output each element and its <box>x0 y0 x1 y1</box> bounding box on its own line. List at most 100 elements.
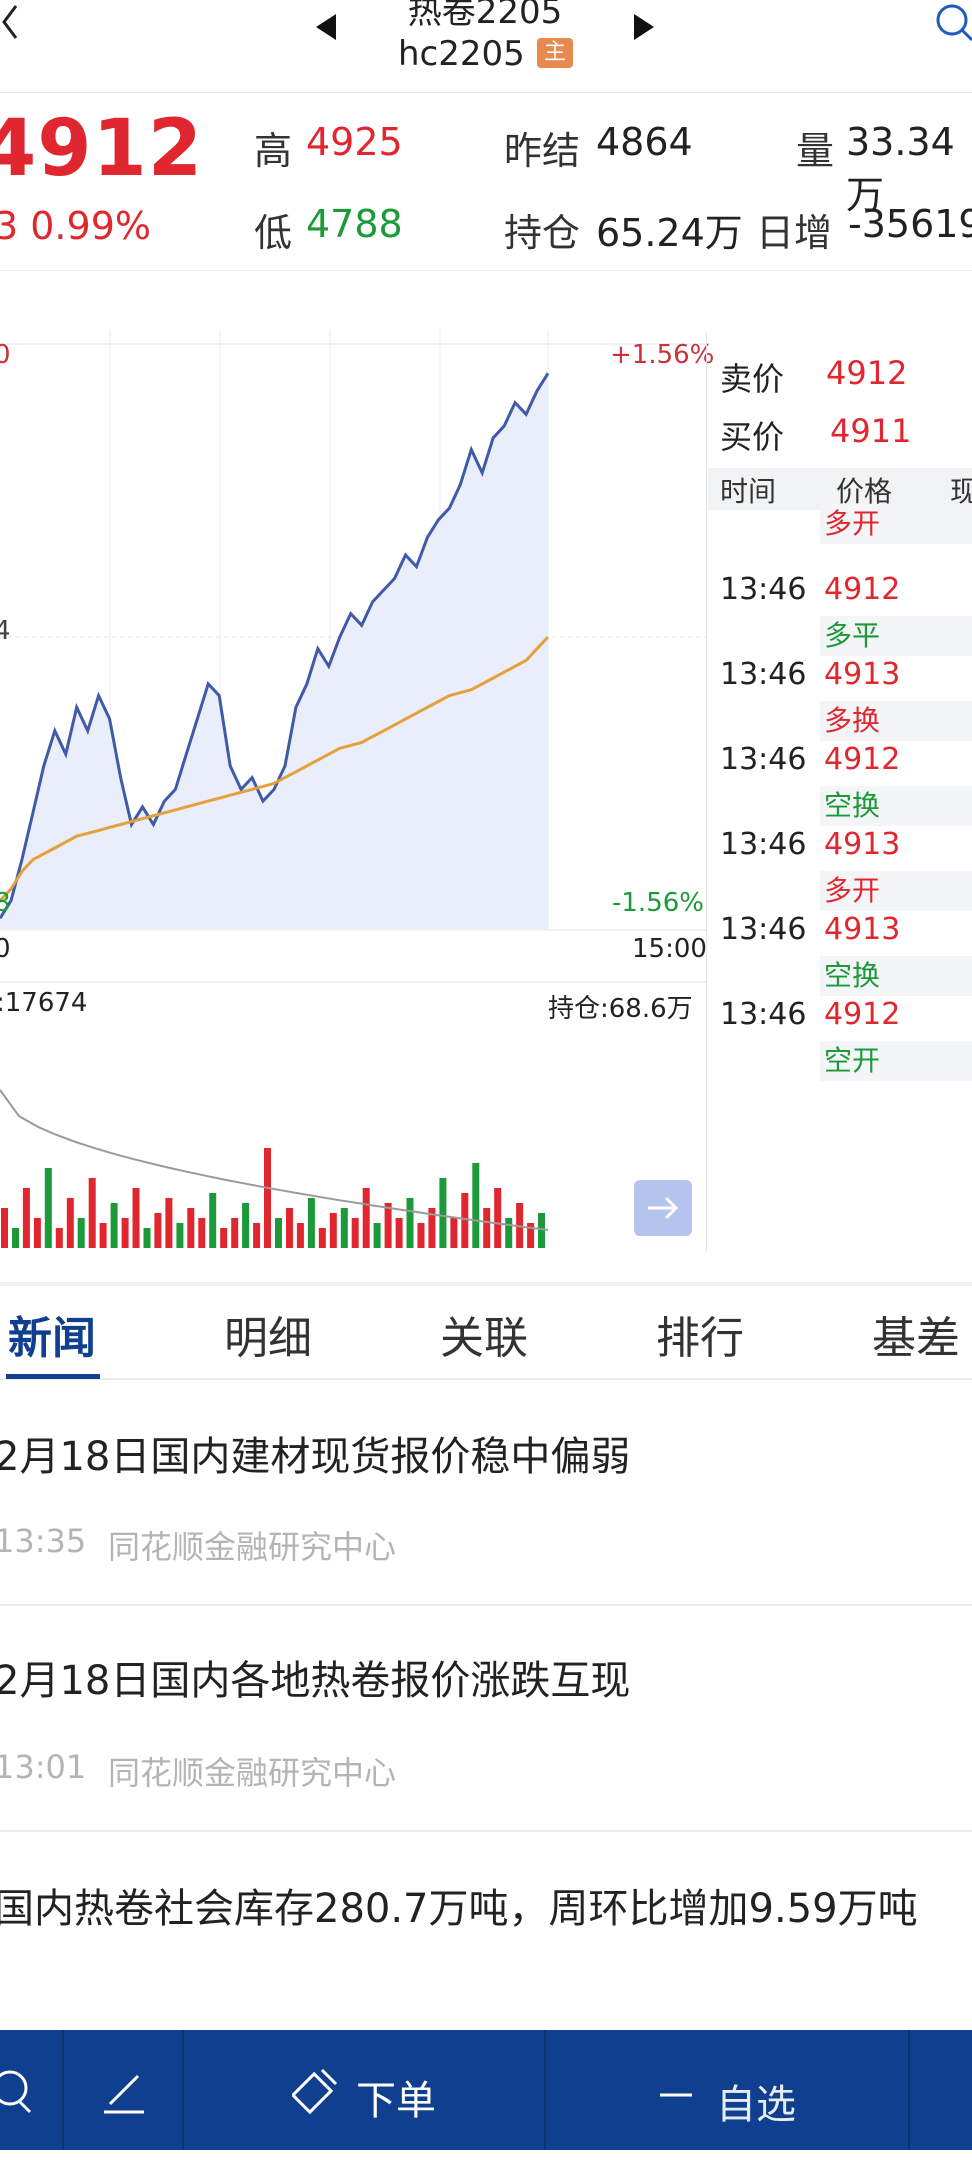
volume-bar <box>99 1223 107 1248</box>
tab-related[interactable]: 关联 <box>440 1302 528 1366</box>
trade-tag-top: 多开 <box>820 504 972 544</box>
volume-bar <box>220 1228 228 1248</box>
volume-bar <box>439 1178 447 1248</box>
intraday-chart[interactable] <box>0 330 706 1250</box>
toolbar-divider <box>908 2030 910 2150</box>
high-value: 4925 <box>306 120 403 164</box>
volume-bar <box>329 1213 337 1248</box>
volume-bar <box>44 1168 52 1248</box>
volume-bar <box>461 1193 469 1248</box>
volume-bar <box>55 1228 63 1248</box>
news-title[interactable]: 2月18日国内各地热卷报价涨跌互现 <box>0 1642 966 1720</box>
order-button-label[interactable]: 下单 <box>356 2068 436 2126</box>
quote-divider <box>0 270 972 271</box>
volume-bar <box>472 1163 480 1248</box>
next-contract-icon[interactable] <box>634 14 654 40</box>
trade-time: 13:46 <box>720 912 807 947</box>
volume-bar <box>242 1203 250 1248</box>
trade-time: 13:46 <box>720 742 807 777</box>
volume-bar <box>296 1223 304 1248</box>
news-title[interactable]: 2月18日国内建材现货报价稳中偏弱 <box>0 1418 966 1496</box>
volume-bar <box>154 1213 162 1248</box>
col-time: 时间 <box>720 475 777 508</box>
high-label: 高 <box>254 129 293 173</box>
price-area-fill <box>0 373 548 930</box>
bottom-edge <box>0 2150 972 2160</box>
volume-bar <box>505 1218 513 1248</box>
tab-detail[interactable]: 明细 <box>224 1302 312 1366</box>
pct-top-label: +1.56% <box>610 340 715 370</box>
price-axis-bottom: 8 <box>0 888 11 918</box>
top-header: 热卷2205 hc2205 主 <box>0 0 972 92</box>
search-icon[interactable] <box>930 0 972 50</box>
trade-tag: 空换 <box>820 786 972 826</box>
news-divider <box>0 1604 972 1606</box>
open-interest-summary: 持仓:68.6万 <box>548 994 693 1024</box>
trade-time: 13:46 <box>720 997 807 1032</box>
active-tab-indicator <box>6 1374 100 1379</box>
toolbar-divider <box>62 2030 64 2150</box>
volume-bar <box>264 1148 271 1248</box>
low-label: 低 <box>254 211 293 255</box>
volume-bar <box>450 1218 458 1248</box>
low-value: 4788 <box>306 202 403 246</box>
price-change: 3 0.99% <box>0 204 151 248</box>
volume-bar <box>373 1223 381 1248</box>
tab-basis[interactable]: 基差 <box>872 1302 960 1366</box>
time-axis-start: 0 <box>0 934 11 964</box>
open-interest-value: 65.24万 <box>596 211 743 255</box>
news-divider <box>0 1830 972 1832</box>
minus-icon[interactable] <box>656 2080 696 2110</box>
prev-contract-icon[interactable] <box>316 14 336 40</box>
volume-bar <box>494 1188 502 1248</box>
volume-bar <box>165 1198 173 1248</box>
main-contract-badge: 主 <box>537 38 573 68</box>
toolbar-divider <box>182 2030 184 2150</box>
volume-bar <box>395 1218 403 1248</box>
volume-bar <box>362 1188 370 1248</box>
volume-bar <box>275 1218 282 1248</box>
panel-divider <box>706 332 707 1252</box>
pct-bottom-label: -1.56% <box>612 888 704 918</box>
time-axis-end: 15:00 <box>632 934 707 964</box>
tab-ranking[interactable]: 排行 <box>656 1302 744 1366</box>
tab-news[interactable]: 新闻 <box>8 1302 96 1366</box>
contract-code: hc2205 <box>398 34 525 74</box>
trade-price: 4912 <box>824 997 901 1032</box>
pen-icon[interactable] <box>100 2066 148 2122</box>
trade-price: 4913 <box>824 657 901 692</box>
last-price: 4912 <box>0 104 204 194</box>
volume-bar <box>12 1228 19 1248</box>
news-time: 13:01 <box>0 1748 87 1786</box>
trade-tag: 空换 <box>820 956 972 996</box>
search-icon[interactable] <box>0 2064 40 2124</box>
volume-bar <box>187 1208 195 1248</box>
arrow-right-icon <box>648 1196 679 1220</box>
volume-bar <box>286 1208 293 1248</box>
news-time: 13:35 <box>0 1522 87 1560</box>
news-source: 同花顺金融研究中心 <box>108 1754 397 1792</box>
trade-tag: 空开 <box>820 1041 972 1081</box>
tabs-divider <box>0 1378 972 1380</box>
watch-button-label[interactable]: 自选 <box>716 2072 796 2130</box>
volume-bar <box>132 1188 140 1248</box>
news-source: 同花顺金融研究中心 <box>108 1528 397 1566</box>
daily-change-value: -35619 <box>848 202 972 246</box>
volume-bar <box>143 1228 151 1248</box>
sell-price-value: 4912 <box>826 354 908 392</box>
tabs-top-divider <box>0 1282 972 1286</box>
volume-bar <box>384 1203 392 1248</box>
volume-bar <box>351 1218 359 1248</box>
expand-chart-button[interactable] <box>634 1180 692 1236</box>
volume-bar <box>110 1203 118 1248</box>
buy-price-value: 4911 <box>830 412 912 450</box>
volume-bar <box>340 1208 348 1248</box>
news-title[interactable]: 国内热卷社会库存280.7万吨，周环比增加9.59万吨 <box>0 1870 966 1948</box>
price-axis-mid: 4 <box>0 616 11 646</box>
prev-settle-value: 4864 <box>596 120 693 164</box>
volume-bar <box>88 1178 96 1248</box>
price-axis-top: 0 <box>0 340 11 370</box>
volume-label: 量 <box>796 129 835 173</box>
back-chevron-icon[interactable] <box>0 0 32 50</box>
order-icon[interactable] <box>292 2064 340 2124</box>
